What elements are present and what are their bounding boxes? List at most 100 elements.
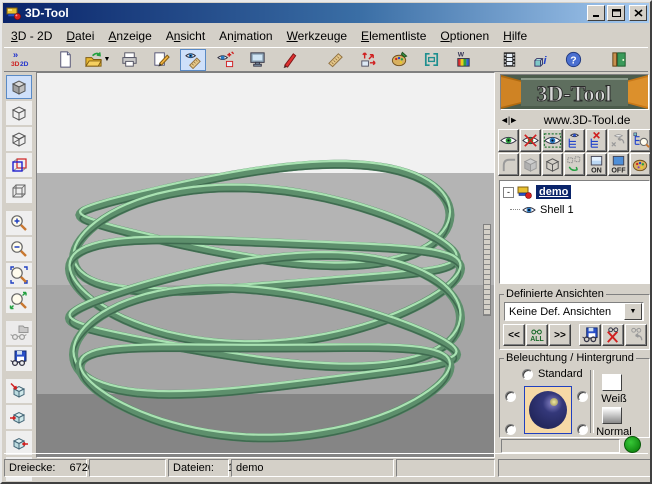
menu-animation[interactable]: Animation [212, 27, 279, 45]
chevron-down-icon[interactable]: ▼ [624, 303, 642, 320]
wire-mode-button[interactable] [542, 153, 563, 176]
animation-button[interactable] [496, 49, 522, 71]
edit-notes-button[interactable] [148, 49, 174, 71]
mode-3d-2d-icon: »3D2D [10, 50, 29, 69]
light-top-left-radio[interactable] [505, 391, 516, 402]
lighting-group: Beleuchtung / Hintergrund Standard Weiß … [499, 352, 650, 438]
prev-def-view-button[interactable]: << [503, 324, 525, 346]
menu-werkzeuge[interactable]: Werkzeuge [280, 27, 354, 45]
light-bottom-left-radio[interactable] [505, 424, 516, 435]
website-link[interactable]: www.3D-Tool.de [525, 113, 649, 127]
defined-views-select[interactable]: Keine Def. Ansichten ▼ [504, 302, 644, 321]
render-shaded-button[interactable] [6, 75, 32, 99]
render-wireframe-button[interactable] [6, 101, 32, 125]
tree-root-row[interactable]: - demo [502, 183, 649, 201]
viewport-slider[interactable] [483, 224, 491, 316]
menu-elementliste[interactable]: Elementliste [354, 27, 433, 45]
on-button-icon: ON [587, 155, 606, 174]
capture-view-button[interactable] [212, 49, 238, 71]
menu-ansicht[interactable]: Ansicht [159, 27, 212, 45]
find-in-tree-button[interactable] [630, 129, 651, 152]
print-button[interactable] [116, 49, 142, 71]
marker-pen-button[interactable] [276, 49, 302, 71]
open-file-button[interactable]: ▼ [84, 49, 110, 71]
background-normal-button[interactable] [602, 407, 622, 424]
light-bottom-right-radio[interactable] [577, 424, 588, 435]
menu-optionen[interactable]: Optionen [433, 27, 496, 45]
all-def-views-button[interactable]: ALL [526, 324, 548, 346]
wall-thickness-button[interactable]: W [450, 49, 476, 71]
render-transparent-button[interactable] [6, 179, 32, 203]
help-button[interactable]: ? [560, 49, 586, 71]
show-selected-button[interactable] [542, 129, 563, 152]
arc-corner-icon [499, 155, 518, 174]
cube-colored-icon [9, 155, 29, 175]
light-standard-radio[interactable] [522, 369, 533, 380]
render-colored-edges-button[interactable] [6, 153, 32, 177]
color-edit-button[interactable] [386, 49, 412, 71]
hide-in-list-button[interactable] [586, 129, 607, 152]
zoom-out-button[interactable] [6, 237, 32, 261]
mode-3d-2d-button[interactable]: »3D2D [6, 49, 32, 71]
next-def-view-button[interactable]: >> [549, 324, 571, 346]
maximize-button[interactable] [607, 5, 625, 21]
svg-text:?: ? [570, 55, 576, 66]
refresh-selection-button[interactable] [564, 153, 585, 176]
menu-hilfe[interactable]: Hilfe [496, 27, 534, 45]
hide-element-button[interactable] [520, 129, 541, 152]
right-panel: 3D-Tool ◄|► www.3D-Tool.de ONOFF - demo [497, 72, 652, 458]
save-view-button[interactable] [6, 347, 32, 371]
panel-splitter-icon[interactable]: ◄|► [500, 115, 517, 125]
delete-def-view-button[interactable] [602, 324, 624, 346]
tree-collapse-icon[interactable]: - [503, 187, 514, 198]
print-icon [120, 50, 139, 69]
tree-root-label[interactable]: demo [536, 185, 571, 199]
view-left-button[interactable] [6, 405, 32, 429]
cross-section-button[interactable] [418, 49, 444, 71]
cube-solid-gray-icon [521, 155, 540, 174]
minimize-button[interactable] [587, 5, 605, 21]
svg-text:OFF: OFF [611, 167, 626, 174]
element-buttons-row1 [498, 129, 651, 152]
light-top-right-radio[interactable] [577, 391, 588, 402]
save-def-view-button[interactable] [579, 324, 601, 346]
statusbar-filename: demo [231, 459, 394, 477]
app-icon [6, 5, 22, 21]
view-right-button[interactable] [6, 431, 32, 455]
all-off-button[interactable]: OFF [608, 153, 629, 176]
exit-button[interactable] [606, 49, 632, 71]
menu-datei[interactable]: Datei [59, 27, 101, 45]
monitor-display-button[interactable] [244, 49, 270, 71]
measure-view-button[interactable] [180, 49, 206, 71]
viewport-3d[interactable] [36, 72, 495, 458]
zoom-in-button[interactable] [6, 211, 32, 235]
render-hidden-line-button[interactable] [6, 127, 32, 151]
model-info-button[interactable]: i [528, 49, 554, 71]
light-position-preview[interactable] [524, 386, 572, 434]
new-file-button[interactable] [52, 49, 78, 71]
zoom-out-icon [9, 239, 29, 259]
cube-transparent-icon [9, 181, 29, 201]
element-color-button[interactable] [630, 153, 651, 176]
show-element-button[interactable] [498, 129, 519, 152]
restore-def-view-icon [627, 326, 646, 345]
help-icon: ? [564, 50, 583, 69]
background-white-button[interactable] [602, 374, 622, 391]
zoom-window-button[interactable] [6, 263, 32, 287]
show-in-list-button[interactable] [564, 129, 585, 152]
view-front-button[interactable] [6, 379, 32, 403]
tree-child-row[interactable]: Shell 1 [510, 201, 649, 219]
zoom-fit-button[interactable] [6, 289, 32, 313]
menu-3d-2d[interactable]: 3D - 2D [4, 27, 59, 45]
light-spot [550, 398, 558, 406]
close-button[interactable] [629, 5, 647, 21]
titlebar[interactable]: 3D-Tool [3, 3, 649, 23]
explode-view-button[interactable] [354, 49, 380, 71]
all-on-button[interactable]: ON [586, 153, 607, 176]
open-file-dropdown-icon[interactable]: ▼ [104, 56, 111, 63]
tree-child-label[interactable]: Shell 1 [540, 204, 574, 216]
measure-tools-button[interactable] [322, 49, 348, 71]
marker-icon [280, 50, 299, 69]
menu-anzeige[interactable]: Anzeige [101, 27, 158, 45]
view-sidebar [2, 72, 36, 458]
